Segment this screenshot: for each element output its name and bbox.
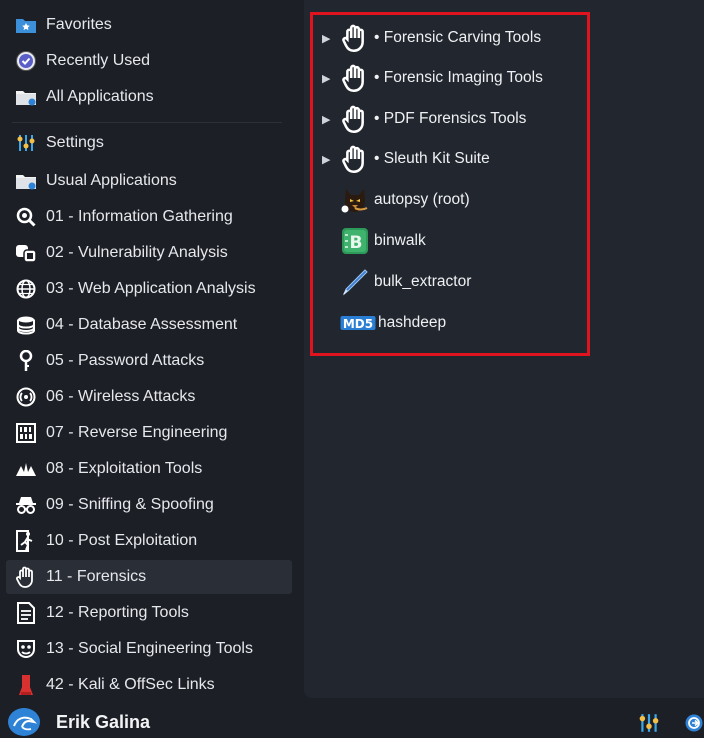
- wireless-icon: [14, 385, 38, 409]
- magnifier-icon: [14, 205, 38, 229]
- sidebar-item-forensics[interactable]: 11 - Forensics: [6, 560, 292, 594]
- sidebar-item-database-assessment[interactable]: 04 - Database Assessment: [6, 308, 292, 342]
- sidebar-item-label: Recently Used: [46, 52, 151, 69]
- binary-icon: [14, 421, 38, 445]
- sidebar-item-social-engineering-tools[interactable]: 13 - Social Engineering Tools: [6, 632, 292, 666]
- folder-icon: [14, 169, 38, 193]
- sidebar-item-label: 42 - Kali & OffSec Links: [46, 676, 215, 693]
- folder-icon: [14, 85, 38, 109]
- sidebar-item-label: 12 - Reporting Tools: [46, 604, 189, 621]
- sidebar-item-label: 04 - Database Assessment: [46, 316, 238, 333]
- sidebar-item-label: 11 - Forensics: [46, 568, 147, 585]
- settings-sliders-icon: [14, 131, 38, 155]
- sidebar-item-web-application-analysis[interactable]: 03 - Web Application Analysis: [6, 272, 292, 306]
- sidebar-item-label: 03 - Web Application Analysis: [46, 280, 256, 297]
- spy-icon: [14, 493, 38, 517]
- sidebar-item-recently-used[interactable]: Recently Used: [6, 44, 292, 78]
- sidebar-item-label: 08 - Exploitation Tools: [46, 460, 203, 477]
- user-name: Erik Galina: [56, 712, 151, 732]
- database-icon: [14, 313, 38, 337]
- sidebar-item-label: All Applications: [46, 88, 154, 105]
- settings-icon[interactable]: [638, 712, 660, 734]
- kali-link-icon: [14, 673, 38, 697]
- sidebar-item-label: 09 - Sniffing & Spoofing: [46, 496, 214, 513]
- sidebar-item-sniffing-spoofing[interactable]: 09 - Sniffing & Spoofing: [6, 488, 292, 522]
- sidebar-item-label: Settings: [46, 134, 104, 151]
- sidebar-item-settings[interactable]: Settings: [6, 126, 292, 160]
- selection-highlight-box: [310, 12, 590, 356]
- star-folder-icon: [14, 13, 38, 37]
- vulnerability-icon: [14, 241, 38, 265]
- mask-icon: [14, 637, 38, 661]
- category-sidebar: Favorites Recently Used All Applications…: [0, 0, 300, 705]
- sidebar-item-all-applications[interactable]: All Applications: [6, 80, 292, 114]
- sidebar-item-label: 06 - Wireless Attacks: [46, 388, 196, 405]
- sidebar-item-reverse-engineering[interactable]: 07 - Reverse Engineering: [6, 416, 292, 450]
- sidebar-item-information-gathering[interactable]: 01 - Information Gathering: [6, 200, 292, 234]
- hand-icon: [14, 565, 38, 589]
- sidebar-item-label: Usual Applications: [46, 172, 177, 189]
- sidebar-item-password-attacks[interactable]: 05 - Password Attacks: [6, 344, 292, 378]
- sidebar-item-vulnerability-analysis[interactable]: 02 - Vulnerability Analysis: [6, 236, 292, 270]
- report-icon: [14, 601, 38, 625]
- sidebar-item-kali-offsec-links[interactable]: 42 - Kali & OffSec Links: [6, 668, 292, 702]
- sidebar-item-label: 13 - Social Engineering Tools: [46, 640, 253, 657]
- sidebar-item-label: Favorites: [46, 16, 112, 33]
- sidebar-item-label: 07 - Reverse Engineering: [46, 424, 228, 441]
- sidebar-item-favorites[interactable]: Favorites: [6, 8, 292, 42]
- sidebar-divider: [12, 122, 282, 123]
- globe-icon: [14, 277, 38, 301]
- clock-icon: [14, 49, 38, 73]
- sidebar-item-label: 05 - Password Attacks: [46, 352, 205, 369]
- sidebar-item-wireless-attacks[interactable]: 06 - Wireless Attacks: [6, 380, 292, 414]
- sidebar-item-reporting-tools[interactable]: 12 - Reporting Tools: [6, 596, 292, 630]
- sidebar-item-usual-applications[interactable]: Usual Applications: [6, 164, 292, 198]
- sidebar-item-label: 02 - Vulnerability Analysis: [46, 244, 228, 261]
- sidebar-item-label: 10 - Post Exploitation: [46, 532, 198, 549]
- sidebar-item-post-exploitation[interactable]: 10 - Post Exploitation: [6, 524, 292, 558]
- sidebar-item-exploitation-tools[interactable]: 08 - Exploitation Tools: [6, 452, 292, 486]
- exploit-icon: [14, 457, 38, 481]
- logout-icon[interactable]: [684, 713, 704, 733]
- run-icon: [14, 529, 38, 553]
- kali-logo-icon[interactable]: [8, 708, 40, 736]
- key-icon: [14, 349, 38, 373]
- sidebar-item-label: 01 - Information Gathering: [46, 208, 233, 225]
